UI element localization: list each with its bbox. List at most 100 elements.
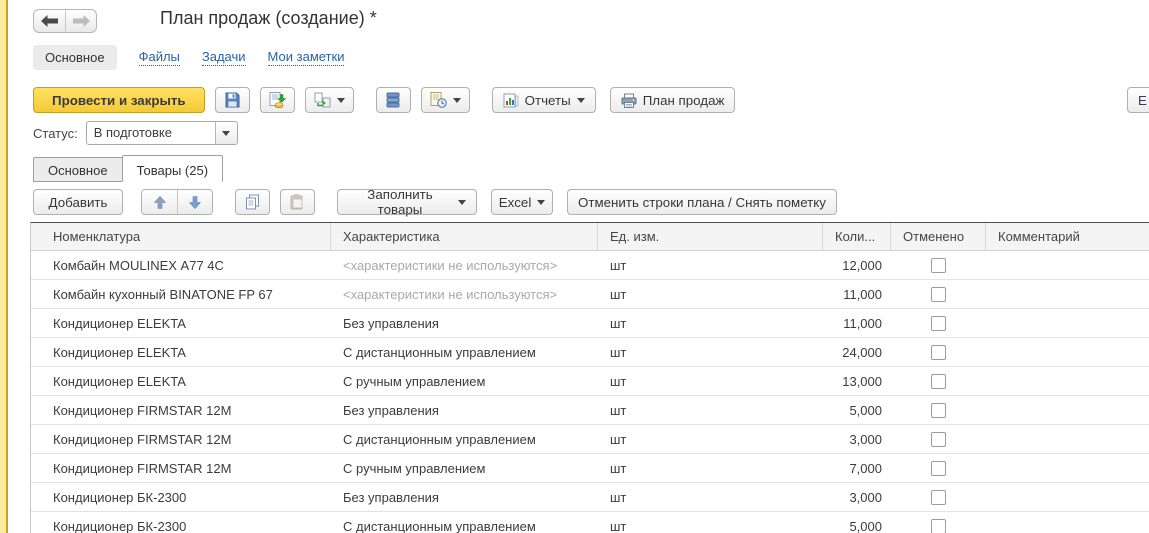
fill-goods-button[interactable]: Заполнить товары [337,189,477,215]
tab-goods[interactable]: Товары (25) [122,155,223,182]
table-row[interactable]: Кондиционер ELEKTA С дистанционным управ… [31,338,1149,367]
cell-unit[interactable]: шт [598,512,823,533]
cell-quantity[interactable]: 5,000 [823,396,891,424]
forward-button[interactable] [65,10,96,32]
cell-unit[interactable]: шт [598,367,823,395]
add-row-button[interactable]: Добавить [33,189,123,215]
cell-characteristic[interactable]: С ручным управлением [331,454,598,482]
cell-nomenclature[interactable]: Кондиционер FIRMSTAR 12M [31,396,331,424]
post-and-close-button[interactable]: Провести и закрыть [33,87,205,113]
nav-item-main[interactable]: Основное [33,45,117,70]
cell-comment[interactable] [986,483,1149,511]
cell-unit[interactable]: шт [598,280,823,308]
cell-nomenclature[interactable]: Кондиционер FIRMSTAR 12M [31,454,331,482]
cell-comment[interactable] [986,512,1149,533]
cell-unit[interactable]: шт [598,483,823,511]
cell-comment[interactable] [986,367,1149,395]
header-characteristic[interactable]: Характеристика [331,223,598,250]
cell-characteristic[interactable]: С ручным управлением [331,367,598,395]
table-row[interactable]: Кондиционер БК-2300 Без управления шт 3,… [31,483,1149,512]
cell-unit[interactable]: шт [598,251,823,279]
cell-nomenclature[interactable]: Кондиционер FIRMSTAR 12M [31,425,331,453]
cell-nomenclature[interactable]: Кондиционер БК-2300 [31,512,331,533]
copy-row-button[interactable] [235,189,270,215]
table-row[interactable]: Кондиционер FIRMSTAR 12M С ручным управл… [31,454,1149,483]
nav-item-notes[interactable]: Мои заметки [268,49,345,66]
cell-nomenclature[interactable]: Кондиционер ELEKTA [31,309,331,337]
cell-nomenclature[interactable]: Комбайн кухонный BINATONE FP 67 [31,280,331,308]
cell-quantity[interactable]: 24,000 [823,338,891,366]
nav-item-tasks[interactable]: Задачи [202,49,246,66]
status-combobox[interactable]: В подготовке [86,121,238,145]
post-document-button[interactable] [260,87,295,113]
table-row[interactable]: Кондиционер FIRMSTAR 12M Без управления … [31,396,1149,425]
cell-comment[interactable] [986,251,1149,279]
cell-quantity[interactable]: 11,000 [823,309,891,337]
cell-quantity[interactable]: 5,000 [823,512,891,533]
nav-item-files[interactable]: Файлы [139,49,180,66]
cell-quantity[interactable]: 3,000 [823,483,891,511]
save-button[interactable] [215,87,250,113]
cell-quantity[interactable]: 11,000 [823,280,891,308]
cell-characteristic[interactable]: <характеристики не используются> [331,280,598,308]
cell-quantity[interactable]: 12,000 [823,251,891,279]
cancel-plan-lines-button[interactable]: Отменить строки плана / Снять пометку [567,189,837,215]
cell-characteristic[interactable]: Без управления [331,309,598,337]
cell-characteristic[interactable]: С дистанционным управлением [331,338,598,366]
status-dropdown-button[interactable] [215,122,237,144]
cancelled-checkbox[interactable] [931,258,946,273]
back-button[interactable] [34,10,65,32]
status-value[interactable]: В подготовке [87,122,215,144]
print-plan-button[interactable]: План продаж [610,87,736,113]
cancelled-checkbox[interactable] [931,403,946,418]
cell-nomenclature[interactable]: Комбайн MOULINEX А77 4С [31,251,331,279]
cell-unit[interactable]: шт [598,309,823,337]
cell-comment[interactable] [986,396,1149,424]
header-nomenclature[interactable]: Номенклатура [31,223,331,250]
table-row[interactable]: Кондиционер ELEKTA С ручным управлением … [31,367,1149,396]
excel-button[interactable]: Excel [491,189,553,215]
cell-quantity[interactable]: 3,000 [823,425,891,453]
move-up-button[interactable] [142,190,177,214]
cell-unit[interactable]: шт [598,338,823,366]
paste-row-button[interactable] [280,189,315,215]
cancelled-checkbox[interactable] [931,461,946,476]
cancelled-checkbox[interactable] [931,287,946,302]
header-comment[interactable]: Комментарий [986,223,1149,250]
tab-main[interactable]: Основное [33,157,123,182]
cell-quantity[interactable]: 13,000 [823,367,891,395]
cell-characteristic[interactable]: Без управления [331,396,598,424]
cell-unit[interactable]: шт [598,425,823,453]
cell-characteristic[interactable]: С дистанционным управлением [331,512,598,533]
cancelled-checkbox[interactable] [931,316,946,331]
header-cancelled[interactable]: Отменено [891,223,986,250]
cell-unit[interactable]: шт [598,396,823,424]
cancelled-checkbox[interactable] [931,519,946,533]
cell-nomenclature[interactable]: Кондиционер ELEKTA [31,338,331,366]
cancelled-checkbox[interactable] [931,345,946,360]
table-row[interactable]: Комбайн кухонный BINATONE FP 67 <характе… [31,280,1149,309]
cell-comment[interactable] [986,425,1149,453]
cell-nomenclature[interactable]: Кондиционер БК-2300 [31,483,331,511]
document-history-button[interactable] [421,87,470,113]
cell-comment[interactable] [986,280,1149,308]
cell-quantity[interactable]: 7,000 [823,454,891,482]
cell-comment[interactable] [986,309,1149,337]
reports-button[interactable]: Отчеты [492,87,596,113]
table-row[interactable]: Кондиционер FIRMSTAR 12M С дистанционным… [31,425,1149,454]
cell-characteristic[interactable]: С дистанционным управлением [331,425,598,453]
header-quantity[interactable]: Коли... [823,223,891,250]
table-row[interactable]: Кондиционер ELEKTA Без управления шт 11,… [31,309,1149,338]
cell-comment[interactable] [986,338,1149,366]
cell-nomenclature[interactable]: Кондиционер ELEKTA [31,367,331,395]
cell-comment[interactable] [986,454,1149,482]
table-row[interactable]: Комбайн MOULINEX А77 4С <характеристики … [31,251,1149,280]
table-row[interactable]: Кондиционер БК-2300 С дистанционным упра… [31,512,1149,533]
more-actions-button[interactable]: Е [1127,87,1149,113]
cancelled-checkbox[interactable] [931,374,946,389]
cancelled-checkbox[interactable] [931,432,946,447]
header-unit[interactable]: Ед. изм. [598,223,823,250]
cell-characteristic[interactable]: Без управления [331,483,598,511]
move-down-button[interactable] [177,190,212,214]
cancelled-checkbox[interactable] [931,490,946,505]
